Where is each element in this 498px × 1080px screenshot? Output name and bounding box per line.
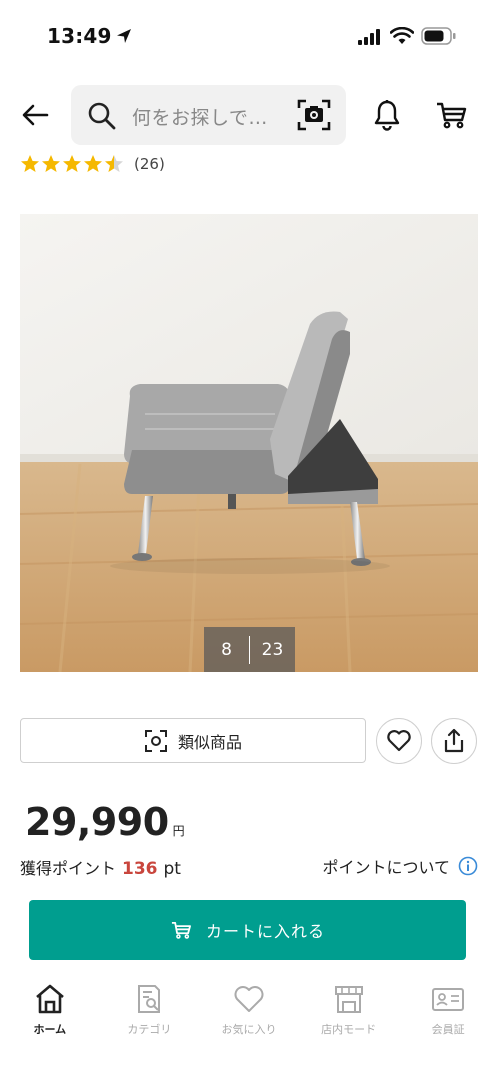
points-info-link[interactable]: ポイントについて bbox=[322, 854, 478, 878]
tab-label: お気に入り bbox=[221, 1023, 277, 1036]
member-card-icon bbox=[432, 988, 465, 1011]
share-button[interactable] bbox=[431, 718, 477, 764]
back-arrow-icon bbox=[22, 104, 49, 126]
notifications-button[interactable] bbox=[370, 98, 404, 132]
heart-icon bbox=[234, 986, 264, 1012]
tab-label: 会員証 bbox=[431, 1023, 465, 1036]
price-unit: 円 bbox=[172, 824, 185, 838]
star-icon bbox=[42, 155, 60, 172]
status-time: 13:49 bbox=[47, 24, 112, 48]
price-value: 29,990 bbox=[25, 800, 169, 844]
info-icon bbox=[458, 856, 478, 876]
wifi-icon bbox=[390, 27, 414, 44]
share-icon bbox=[444, 728, 464, 753]
favorite-button[interactable] bbox=[376, 718, 422, 764]
search-input[interactable]: 何をお探しで… bbox=[71, 85, 346, 145]
tab-category[interactable]: カテゴリ bbox=[100, 980, 200, 1040]
add-to-cart-label: カートに入れる bbox=[205, 922, 325, 941]
bottom-tab-bar: ホーム カテゴリ お気に入り 店内モード 会員証 bbox=[0, 980, 498, 1040]
bell-icon bbox=[374, 100, 400, 131]
cart-icon bbox=[171, 921, 191, 939]
review-rating[interactable]: (26) bbox=[20, 152, 165, 176]
cart-icon bbox=[437, 102, 467, 129]
star-icon bbox=[21, 155, 39, 172]
points-value: 136 bbox=[122, 859, 158, 879]
search-icon bbox=[88, 102, 116, 130]
star-icon bbox=[84, 155, 102, 172]
status-bar: 13:49 bbox=[0, 0, 498, 74]
tab-label: ホーム bbox=[33, 1023, 67, 1036]
cart-button[interactable] bbox=[434, 98, 470, 132]
earned-points: 獲得ポイント 136 pt bbox=[20, 855, 181, 879]
top-navigation: 何をお探しで… bbox=[0, 84, 498, 146]
sofa-bed-photo bbox=[20, 214, 478, 672]
star-icon bbox=[105, 155, 123, 172]
product-image[interactable] bbox=[20, 214, 478, 672]
back-button[interactable] bbox=[18, 98, 52, 132]
similar-products-button[interactable]: 類似商品 bbox=[20, 718, 366, 763]
tab-label: 店内モード bbox=[321, 1023, 377, 1036]
image-scan-icon bbox=[144, 729, 167, 752]
tab-home[interactable]: ホーム bbox=[0, 980, 100, 1040]
review-count: (26) bbox=[134, 155, 165, 173]
points-label: 獲得ポイント bbox=[20, 859, 117, 878]
similar-products-label: 類似商品 bbox=[177, 732, 242, 752]
points-info-label: ポイントについて bbox=[322, 858, 450, 877]
image-current-index: 8 bbox=[221, 639, 232, 660]
price: 29,990 円 bbox=[25, 800, 185, 844]
rating-stars bbox=[20, 154, 124, 174]
camera-search-icon[interactable] bbox=[297, 98, 331, 132]
tab-label: カテゴリ bbox=[127, 1023, 172, 1036]
add-to-cart-button[interactable]: カートに入れる bbox=[29, 900, 466, 960]
home-icon bbox=[35, 984, 64, 1014]
location-arrow-icon bbox=[117, 29, 131, 43]
battery-icon bbox=[421, 27, 456, 45]
tab-member-card[interactable]: 会員証 bbox=[398, 980, 498, 1040]
search-placeholder: 何をお探しで… bbox=[132, 107, 268, 129]
store-icon bbox=[334, 986, 363, 1013]
image-total-count: 23 bbox=[261, 639, 284, 660]
tab-store-mode[interactable]: 店内モード bbox=[299, 980, 399, 1040]
heart-icon bbox=[387, 730, 411, 752]
tab-favorites[interactable]: お気に入り bbox=[199, 980, 299, 1040]
category-icon bbox=[138, 985, 161, 1013]
cellular-signal-icon bbox=[358, 29, 380, 45]
star-icon bbox=[63, 155, 81, 172]
points-unit: pt bbox=[163, 859, 181, 879]
image-counter: 8 23 bbox=[204, 627, 295, 672]
